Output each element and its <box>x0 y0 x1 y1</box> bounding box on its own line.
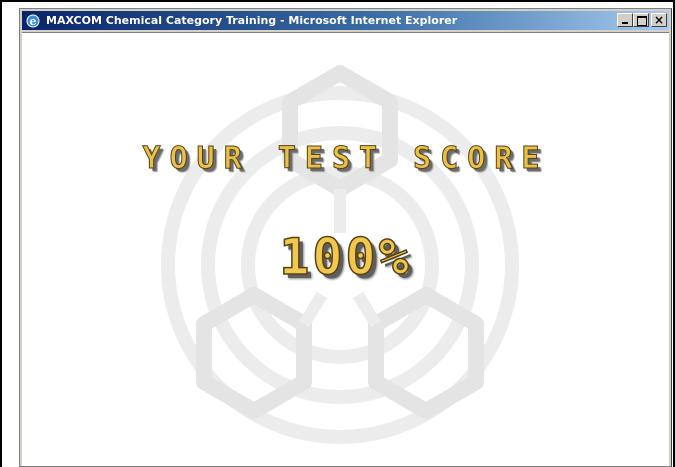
ie-icon[interactable]: e <box>25 13 41 29</box>
close-icon: × <box>653 13 665 27</box>
score-value: 100% <box>279 227 412 287</box>
window-title: MAXCOM Chemical Category Training - Micr… <box>46 14 458 27</box>
window-controls: × <box>617 13 667 27</box>
maximize-button[interactable] <box>633 13 649 27</box>
close-button[interactable]: × <box>651 13 667 27</box>
minimize-icon <box>622 22 628 24</box>
title-bar[interactable]: e MAXCOM Chemical Category Training - Mi… <box>22 11 669 30</box>
svg-text:e: e <box>30 15 37 28</box>
browser-window: e MAXCOM Chemical Category Training - Mi… <box>19 8 672 467</box>
page-content: YOUR TEST SCORE 100% <box>22 32 669 466</box>
score-heading: YOUR TEST SCORE <box>142 141 549 177</box>
minimize-button[interactable] <box>617 13 633 27</box>
maximize-icon <box>637 16 647 26</box>
